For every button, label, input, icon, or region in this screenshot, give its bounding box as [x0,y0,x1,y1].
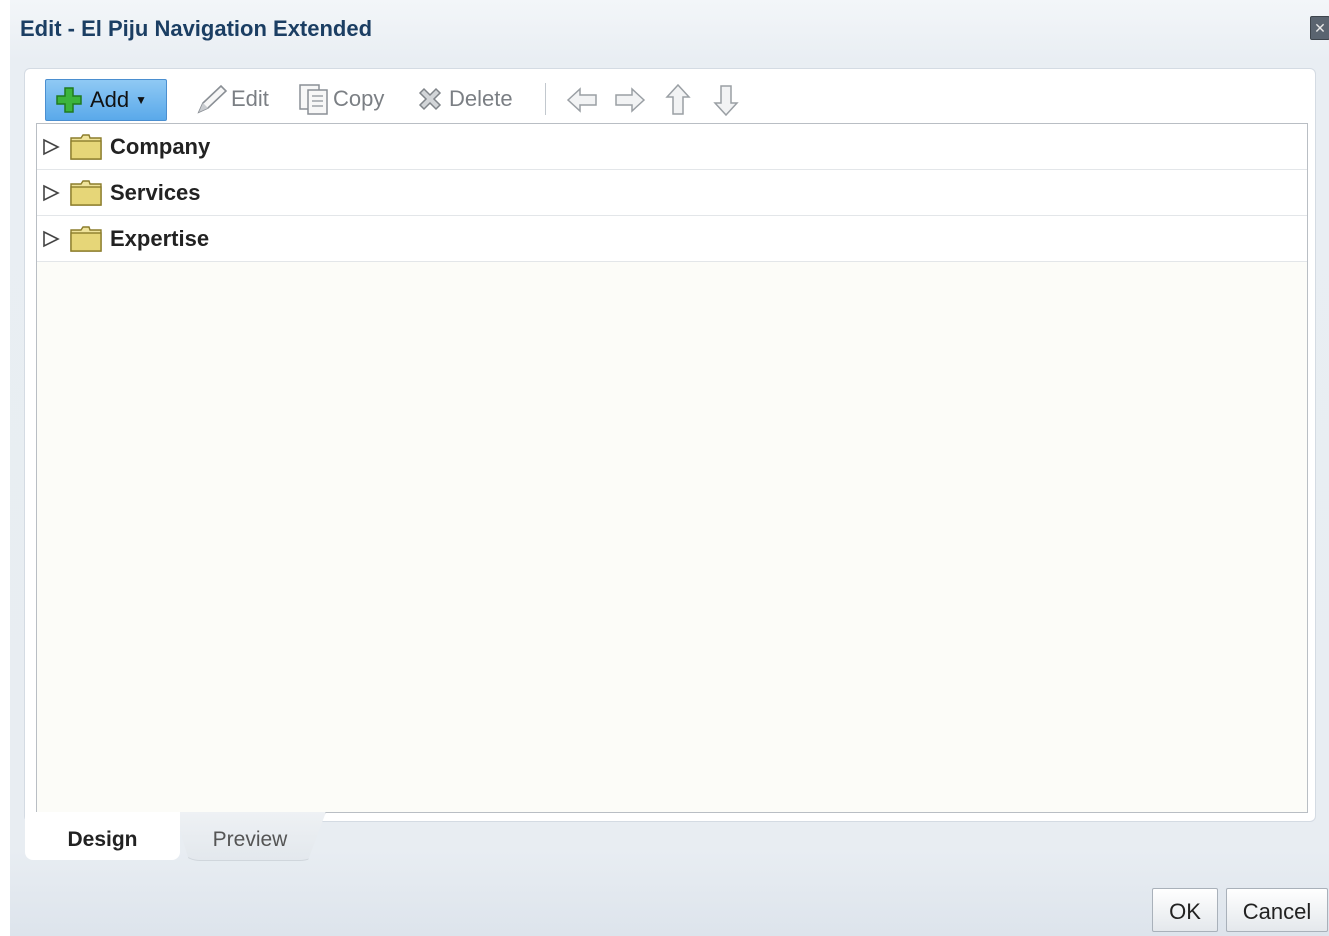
pencil-icon [197,84,228,114]
dialog-title: Edit - El Piju Navigation Extended [20,16,373,41]
folder-icon [70,180,102,206]
tree-item-label[interactable]: Services [110,180,201,206]
edit-button[interactable]: Edit [195,79,269,119]
toolbar: Add ▼ Edit Copy Delete [25,69,1315,123]
tab-design[interactable]: Design [25,812,180,860]
folder-icon [70,134,102,160]
delete-icon [418,87,442,111]
expand-triangle-icon[interactable] [41,138,61,156]
move-down-button[interactable] [709,83,743,117]
navigation-tree: Company Services Expertise [36,123,1308,813]
edit-label: Edit [231,86,269,111]
navigation-panel: Add ▼ Edit Copy Delete Company Services … [24,68,1316,822]
copy-button[interactable]: Copy [297,79,384,119]
expand-triangle-icon[interactable] [41,184,61,202]
arrow-up-icon [665,83,691,115]
toolbar-separator [545,83,546,115]
tree-item-label[interactable]: Expertise [110,226,209,252]
tree-item-services[interactable]: Services [37,170,1307,216]
chevron-down-icon: ▼ [135,93,148,107]
copy-icon [299,84,328,115]
delete-label: Delete [449,86,513,111]
tree-item-company[interactable]: Company [37,124,1307,170]
plus-icon [56,87,82,113]
move-up-button[interactable] [661,83,695,117]
ok-button[interactable]: OK [1152,888,1218,932]
folder-icon [70,226,102,252]
tab-preview[interactable]: Preview [174,812,326,861]
arrow-left-icon [566,87,597,113]
arrow-down-icon [713,85,739,117]
copy-label: Copy [333,86,385,111]
tree-item-expertise[interactable]: Expertise [37,216,1307,262]
arrow-right-icon [615,87,646,113]
close-icon[interactable]: ✕ [1310,16,1329,40]
delete-button[interactable]: Delete [415,79,513,119]
expand-triangle-icon[interactable] [41,230,61,248]
tree-item-label[interactable]: Company [110,134,210,160]
add-button[interactable]: Add ▼ [45,79,167,121]
cancel-button[interactable]: Cancel [1226,888,1328,932]
move-right-button[interactable] [613,83,647,117]
edit-dialog: Edit - El Piju Navigation Extended ✕ Add… [10,0,1329,936]
add-label: Add [90,87,130,112]
move-left-button[interactable] [565,83,599,117]
